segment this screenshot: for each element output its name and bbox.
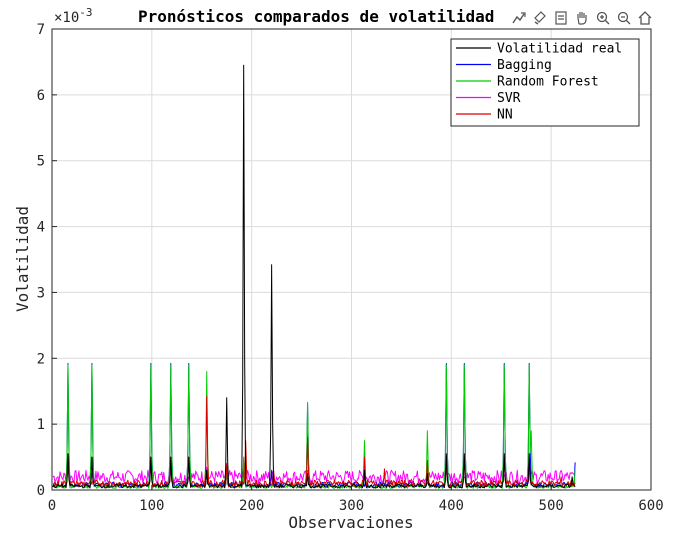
axes-toolbar: [509, 8, 655, 28]
home-icon[interactable]: [635, 8, 655, 28]
x-tick-label: 100: [139, 498, 164, 514]
zoom-in-icon[interactable]: [593, 8, 613, 28]
y-tick-label: 6: [37, 88, 45, 104]
x-tick-label: 400: [439, 498, 464, 514]
x-tick-label: 600: [638, 498, 663, 514]
x-tick-label: 200: [239, 498, 264, 514]
legend[interactable]: Volatilidad realBagging Random ForestSVR N…: [450, 38, 640, 127]
y-tick-label: 4: [37, 220, 45, 236]
chart-title: Pronósticos comparados de volatilidad: [138, 7, 494, 26]
exponent-power: -3: [79, 6, 92, 19]
x-tick-label: 500: [539, 498, 564, 514]
x-tick-label: 0: [48, 498, 56, 514]
exponent-base: ×10: [54, 10, 79, 26]
zoom-out-icon[interactable]: [614, 8, 634, 28]
legend-label-0: Volatilidad real: [497, 42, 622, 57]
legend-label-2: Random Forest: [497, 75, 599, 90]
export-icon[interactable]: [509, 8, 529, 28]
pan-icon[interactable]: [572, 8, 592, 28]
legend-label-3: SVR: [497, 91, 521, 106]
legend-label-1: Bagging: [497, 58, 552, 73]
y-tick-label: 1: [37, 417, 45, 433]
y-axis-title: Volatilidad: [13, 206, 32, 312]
figure-canvas: 0 100 200 300 400 500 600 0 1 2 3 4 5 6 7 ×10-3 Pronó…: [0, 0, 684, 540]
y-tick-label: 0: [37, 483, 45, 499]
y-tick-label: 2: [37, 351, 45, 367]
datatip-icon[interactable]: [551, 8, 571, 28]
brush-icon[interactable]: [530, 8, 550, 28]
y-tick-label: 7: [37, 22, 45, 38]
x-tick-label: 300: [339, 498, 364, 514]
legend-label-4: NN: [497, 108, 513, 123]
x-axis-title: Observaciones: [288, 513, 413, 532]
y-tick-label: 5: [37, 154, 45, 170]
y-tick-label: 3: [37, 285, 45, 301]
